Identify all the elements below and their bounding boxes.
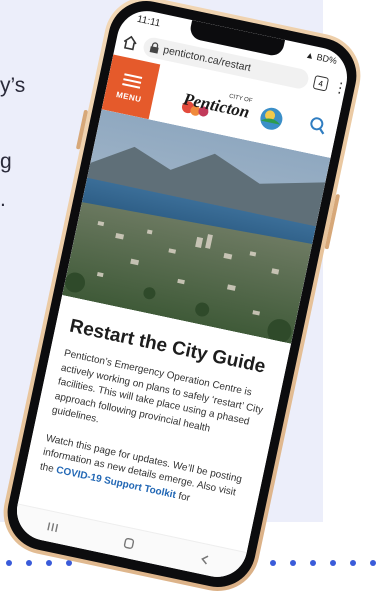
more-options-icon[interactable]: ⋮	[332, 78, 349, 97]
menu-label: MENU	[115, 90, 143, 105]
nav-home-icon[interactable]	[120, 536, 138, 551]
tab-count: 4	[317, 78, 324, 89]
home-icon[interactable]	[121, 33, 140, 52]
status-time: 11:11	[136, 13, 162, 30]
lock-icon	[149, 42, 159, 54]
menu-button[interactable]: MENU	[101, 54, 161, 120]
recent-apps-icon[interactable]	[44, 520, 62, 535]
battery-level: BD%	[315, 51, 338, 66]
logo-wordmark: Penticton	[181, 89, 252, 122]
back-icon[interactable]	[196, 552, 214, 567]
search-icon[interactable]	[307, 115, 328, 136]
tabs-icon[interactable]: 4	[312, 74, 330, 92]
status-battery: ▲ BD%	[304, 49, 338, 66]
smartphone: 11:11 ▲ BD% penticton.ca/restart 4 ⋮ MEN…	[0, 0, 369, 599]
phone-mockup-wrapper: 11:11 ▲ BD% penticton.ca/restart 4 ⋮ MEN…	[0, 0, 382, 599]
updates-text-end: for	[174, 489, 192, 504]
hamburger-icon	[122, 70, 143, 91]
phone-screen: 11:11 ▲ BD% penticton.ca/restart 4 ⋮ MEN…	[11, 5, 353, 583]
